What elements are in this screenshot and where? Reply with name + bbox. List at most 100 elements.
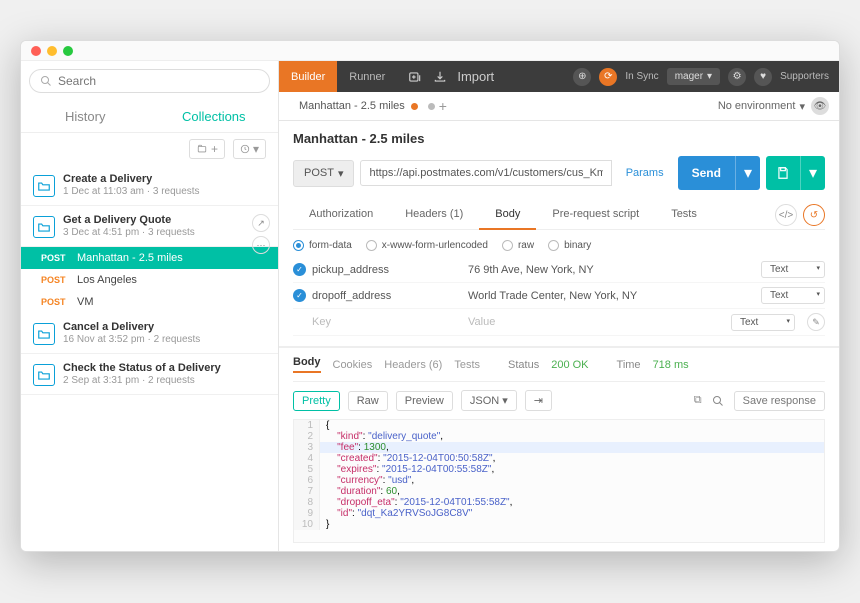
check-icon[interactable]: ✓ [293,263,306,276]
environment-quicklook-button[interactable]: 👁 [811,97,829,115]
heart-icon[interactable]: ♥ [754,68,772,86]
copy-icon[interactable]: ⧉ [694,394,702,407]
maximize-icon[interactable] [63,46,73,56]
fmt-preview[interactable]: Preview [396,391,453,411]
supporters-label: Supporters [780,71,829,82]
save-response-button[interactable]: Save response [734,391,825,411]
kv-type-select[interactable]: Text [731,314,795,331]
fmt-raw[interactable]: Raw [348,391,388,411]
kv-type-select[interactable]: Text [761,287,825,304]
resp-tab-headers[interactable]: Headers (6) [384,359,442,371]
check-icon[interactable]: ✓ [293,289,306,302]
params-link[interactable]: Params [618,161,672,185]
save-dropdown[interactable]: ▾ [800,156,825,190]
url-input[interactable] [360,160,611,186]
collection-title: Check the Status of a Delivery [63,362,266,374]
sync-label: In Sync [625,71,658,82]
sync-icon[interactable]: ⟳ [599,68,617,86]
share-button[interactable]: ↗ [252,214,270,232]
radio-raw[interactable]: raw [502,240,534,251]
environment-select[interactable]: No environment▾ [718,100,805,113]
kv-key[interactable]: pickup_address [312,264,462,276]
search-input[interactable] [58,74,259,88]
send-button[interactable]: Send [678,156,735,190]
more-button[interactable]: ⋯ [252,236,270,254]
app-window: History Collections + ▾ Create a Deliver… [20,40,840,552]
collection-item[interactable]: Cancel a Delivery 16 Nov at 3:52 pm · 2 … [21,313,278,354]
method-badge: POST [41,297,69,307]
request-tab[interactable]: Manhattan - 2.5 miles [289,92,428,120]
request-name: VM [77,296,94,308]
window-titlebar [21,41,839,61]
save-button[interactable] [766,156,800,190]
tab-headers[interactable]: Headers (1) [389,200,479,229]
kv-key[interactable]: dropoff_address [312,290,462,302]
add-collection-button[interactable]: + [189,139,225,159]
kv-value[interactable]: World Trade Center, New York, NY [468,290,755,302]
kv-value[interactable]: 76 9th Ave, New York, NY [468,264,755,276]
user-menu[interactable]: mager▾ [667,68,720,85]
search-response-icon[interactable] [712,395,724,407]
minimize-icon[interactable] [47,46,57,56]
method-select[interactable]: POST▾ [293,160,354,187]
settings-icon[interactable]: ⚙ [728,68,746,86]
kv-value-placeholder[interactable]: Value [468,316,725,328]
response-body-code[interactable]: 1{2 "kind": "delivery_quote",3 "fee": 13… [293,419,825,543]
resp-tab-body[interactable]: Body [293,356,321,373]
kv-key-placeholder[interactable]: Key [312,316,462,328]
collection-item[interactable]: Check the Status of a Delivery 2 Sep at … [21,354,278,395]
folder-icon [33,175,55,197]
tab-history[interactable]: History [21,101,150,132]
code-icon[interactable]: </> [775,204,797,226]
resp-tab-cookies[interactable]: Cookies [333,359,373,371]
tab-tests[interactable]: Tests [655,200,713,229]
fmt-pretty[interactable]: Pretty [293,391,340,411]
satellite-icon[interactable]: ⊕ [573,68,591,86]
recent-button[interactable]: ▾ [233,139,266,159]
topbar-builder[interactable]: Builder [279,61,337,92]
wrap-icon[interactable]: ⇥ [525,390,552,411]
tab-collections[interactable]: Collections [150,101,279,132]
tab-authorization[interactable]: Authorization [293,200,389,229]
kv-type-select[interactable]: Text [761,261,825,278]
request-item[interactable]: POST VM [21,291,278,313]
reset-icon[interactable]: ↺ [803,204,825,226]
new-tab-icon[interactable] [407,70,423,84]
resp-tab-tests[interactable]: Tests [454,359,480,371]
status-value: 200 OK [551,359,588,371]
request-tab-strip: Manhattan - 2.5 miles + No environment▾ … [279,92,839,121]
new-tab-button[interactable]: + [439,98,447,114]
topbar-runner[interactable]: Runner [337,61,397,92]
send-dropdown[interactable]: ▾ [735,156,760,190]
request-name: Manhattan - 2.5 miles [77,252,183,264]
response-panel: Body Cookies Headers (6) Tests Status 20… [279,347,839,551]
radio-form-data[interactable]: form-data [293,240,352,251]
collection-title: Create a Delivery [63,173,266,185]
collection-item[interactable]: Get a Delivery Quote 3 Dec at 4:51 pm · … [21,206,278,247]
unsaved-indicator-icon [411,103,418,110]
import-label[interactable]: Import [457,69,494,84]
radio-binary[interactable]: binary [548,240,591,251]
edit-icon[interactable]: ✎ [807,313,825,331]
fmt-lang-select[interactable]: JSON ▾ [461,390,517,411]
method-badge: POST [41,253,69,263]
folder-icon [33,323,55,345]
close-icon[interactable] [31,46,41,56]
radio-urlencoded[interactable]: x-www-form-urlencoded [366,240,488,251]
tab-prerequest[interactable]: Pre-request script [536,200,655,229]
request-item[interactable]: POST Los Angeles [21,269,278,291]
request-item[interactable]: POST Manhattan - 2.5 miles [21,247,278,269]
tab-body[interactable]: Body [479,200,536,230]
tab-divider-icon [428,103,435,110]
folder-icon [33,216,55,238]
collection-meta: 16 Nov at 3:52 pm · 2 requests [63,334,266,345]
body-kv-table: ✓ pickup_address 76 9th Ave, New York, N… [293,257,825,336]
topbar: Builder Runner Import ⊕ ⟳ In Sync mager▾… [279,61,839,92]
import-icon[interactable] [433,70,447,84]
method-badge: POST [41,275,69,285]
folder-icon [33,364,55,386]
search-input-wrapper[interactable] [29,69,270,93]
status-label: Status [508,359,539,371]
collection-meta: 1 Dec at 11:03 am · 3 requests [63,186,266,197]
collection-item[interactable]: Create a Delivery 1 Dec at 11:03 am · 3 … [21,165,278,206]
